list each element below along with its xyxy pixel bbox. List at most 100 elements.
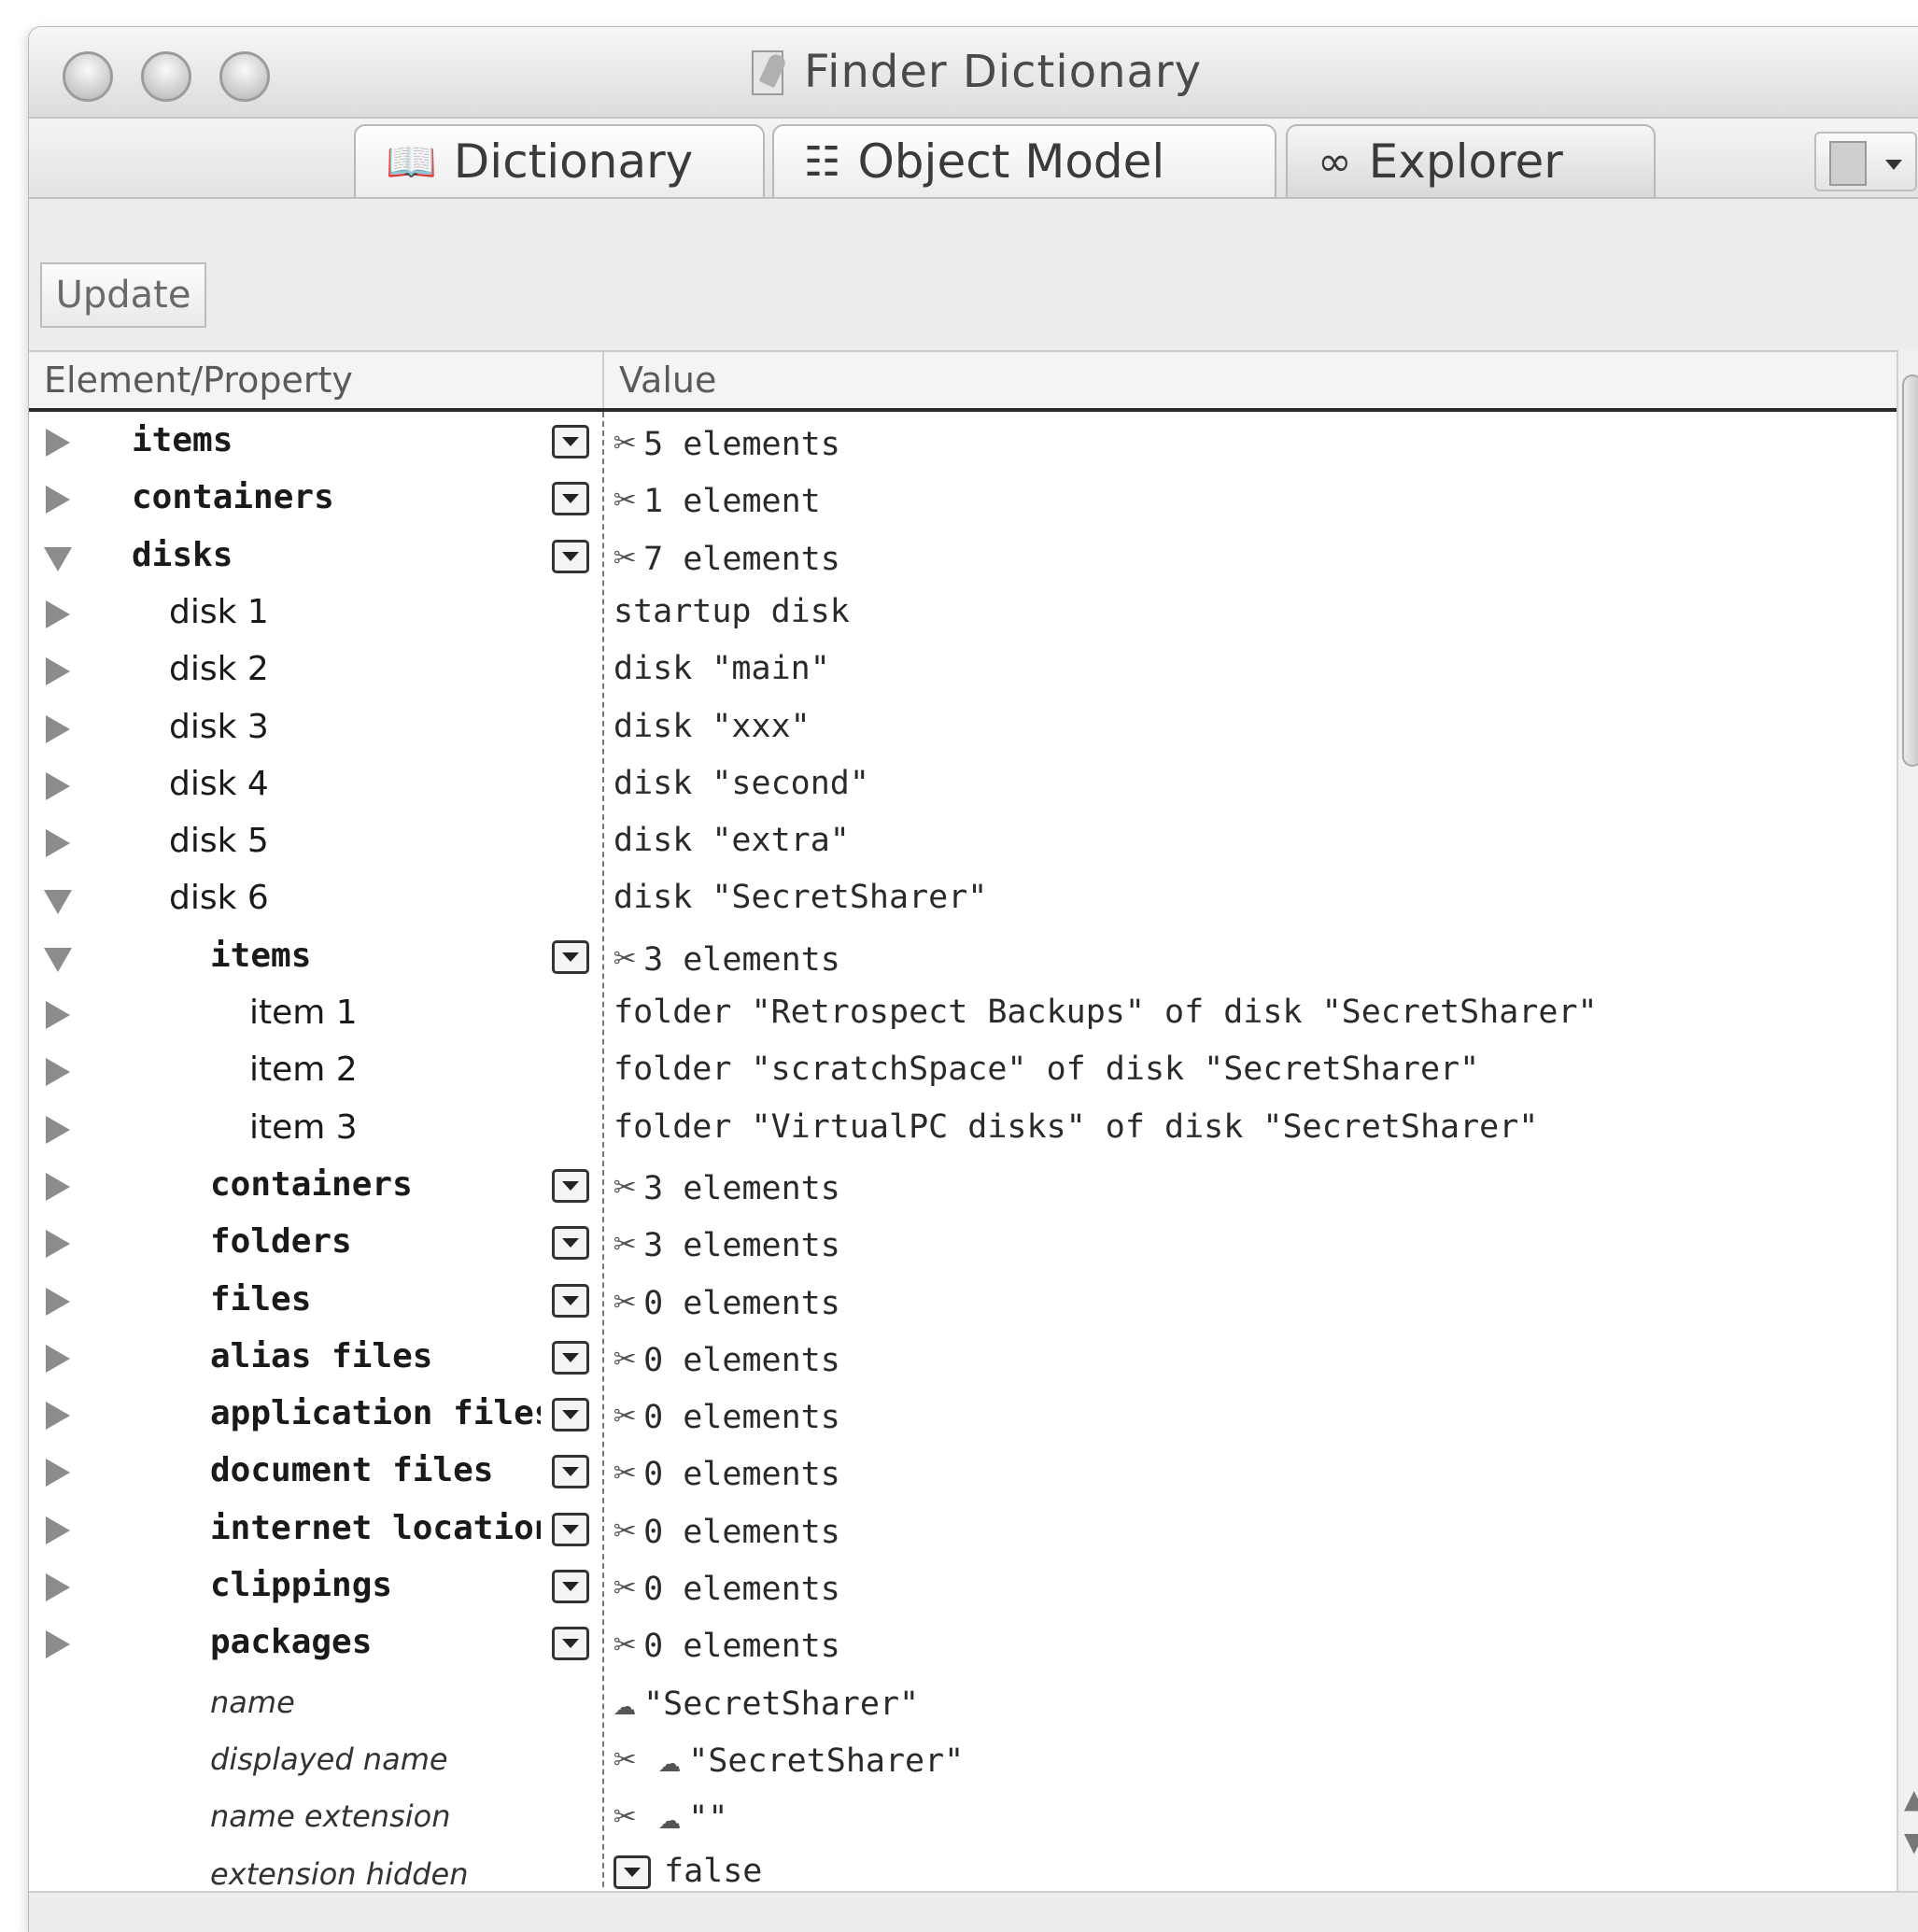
table-row[interactable]: application files ✂ 0 elements [29,1387,1897,1444]
scroll-down-arrow-icon[interactable]: ▼ [1904,1826,1918,1857]
popup-menu-icon[interactable] [552,482,589,516]
row-value-text: 0 elements [643,1456,840,1494]
scrollbar-thumb[interactable] [1902,374,1918,767]
zoom-button[interactable] [219,51,270,102]
row-label: application files [210,1394,541,1433]
table-row[interactable]: disk 1 startup disk [29,585,1897,642]
popup-menu-icon[interactable] [552,1570,589,1603]
table-row[interactable]: files ✂ 0 elements [29,1273,1897,1330]
row-value-text: false [664,1852,763,1890]
popup-menu-icon[interactable] [552,1340,589,1375]
column-header-element-property[interactable]: Element/Property [44,352,353,408]
column-separator[interactable] [602,352,604,408]
window-title-group: Finder Dictionary [748,44,1202,100]
row-value: ✂ 5 elements [613,421,840,464]
table-row[interactable]: disk 3 disk "xxx" [29,700,1897,757]
table-row[interactable]: containers ✂ 1 element [29,471,1897,528]
tab-explorer-label: Explorer [1368,134,1563,189]
table-row[interactable]: disks ✂ 7 elements [29,529,1897,585]
disclosure-triangle-expanded-icon[interactable] [44,890,72,915]
table-row[interactable]: item 2 folder "scratchSpace" of disk "Sec… [29,1043,1897,1100]
disclosure-triangle-collapsed-icon[interactable] [46,599,70,628]
disclosure-triangle-collapsed-icon[interactable] [46,714,70,743]
popup-menu-icon[interactable] [552,939,589,974]
disclosure-triangle-collapsed-icon[interactable] [46,1230,70,1259]
disclosure-triangle-collapsed-icon[interactable] [46,1344,70,1373]
script-editor-document-icon [748,49,789,95]
popup-menu-icon[interactable] [552,1168,589,1203]
disclosure-triangle-collapsed-icon[interactable] [46,1058,70,1087]
tab-object-model[interactable]: ☷ Object Model [772,124,1276,197]
table-row[interactable]: clippings ✂ 0 elements [29,1558,1897,1615]
document-menu-button[interactable] [1814,132,1917,191]
tool-icon: ✂ [613,1451,637,1495]
text-bubble-icon: ☁ [613,1680,637,1724]
row-label: name extension [210,1798,451,1835]
popup-menu-icon[interactable] [552,1455,589,1489]
table-row[interactable]: items ✂ 5 elements [29,414,1897,471]
popup-menu-icon[interactable] [552,1283,589,1318]
disclosure-triangle-collapsed-icon[interactable] [46,1516,70,1544]
disclosure-triangle-collapsed-icon[interactable] [46,1573,70,1601]
table-row[interactable]: document files ✂ 0 elements [29,1444,1897,1501]
update-button[interactable]: Update [40,262,206,328]
disclosure-triangle-expanded-icon[interactable] [44,546,72,571]
column-header-value[interactable]: Value [619,352,716,408]
disclosure-triangle-collapsed-icon[interactable] [46,1287,70,1316]
row-label: containers [210,1164,413,1204]
disclosure-triangle-collapsed-icon[interactable] [46,1172,70,1201]
table-row[interactable]: item 3 folder "VirtualPC disks" of disk "… [29,1101,1897,1158]
table-row[interactable]: item 1 folder "Retrospect Backups" of dis… [29,986,1897,1043]
row-label: items [132,421,233,459]
tool-icon: ✂ [613,1623,637,1667]
table-row[interactable]: internet location fi... ✂0 elements [29,1502,1897,1558]
disclosure-triangle-collapsed-icon[interactable] [46,657,70,686]
table-row[interactable]: disk 4 disk "second" [29,757,1897,814]
tab-dictionary[interactable]: 📖 Dictionary [354,124,765,197]
scroll-up-arrow-icon[interactable]: ▲ [1904,1784,1918,1814]
popup-menu-icon[interactable] [552,425,589,458]
tool-icon: ✂ [613,1279,637,1323]
disclosure-triangle-expanded-icon[interactable] [44,947,72,972]
table-row[interactable]: name ☁ "SecretSharer" [29,1673,1897,1730]
table-row[interactable]: disk 6 disk "SecretSharer" [29,871,1897,928]
table-row[interactable]: folders ✂ 3 elements [29,1215,1897,1272]
tool-icon: ✂ [613,1566,637,1609]
popup-menu-icon[interactable] [613,1854,651,1889]
disclosure-triangle-collapsed-icon[interactable] [46,1001,70,1029]
table-row[interactable]: containers ✂ 3 elements [29,1158,1897,1215]
disclosure-triangle-collapsed-icon[interactable] [46,771,70,800]
disclosure-triangle-collapsed-icon[interactable] [46,829,70,858]
disclosure-triangle-collapsed-icon[interactable] [46,1630,70,1659]
explorer-outline-table: Element/Property Value items ✂ 5 elements c… [29,350,1897,1906]
popup-menu-icon[interactable] [552,1627,589,1661]
row-label: document files [210,1451,494,1490]
disclosure-triangle-collapsed-icon[interactable] [46,1459,70,1488]
table-row[interactable]: items ✂ 3 elements [29,929,1897,986]
row-label: extension hidden [210,1855,469,1892]
tool-icon: ✂ [613,1222,637,1266]
popup-menu-icon[interactable] [552,1512,589,1546]
row-value-text: 0 elements [643,1628,840,1666]
vertical-scrollbar[interactable]: ▲ ▼ [1897,350,1918,1891]
row-value-text: disk "SecretSharer" [613,879,988,917]
row-label: disk 2 [169,650,269,689]
table-row[interactable]: packages ✂ 0 elements [29,1615,1897,1672]
minimize-button[interactable] [141,51,191,102]
disclosure-triangle-collapsed-icon[interactable] [46,486,70,515]
popup-menu-icon[interactable] [552,539,589,573]
disclosure-triangle-collapsed-icon[interactable] [46,429,70,457]
popup-menu-icon[interactable] [552,1226,589,1261]
table-row[interactable]: displayed name ✂ ☁ "SecretSharer" [29,1730,1897,1787]
table-row[interactable]: name extension ✂ ☁ "" [29,1787,1897,1844]
tab-explorer[interactable]: ∞ Explorer [1286,124,1656,197]
table-row[interactable]: alias files ✂ 0 elements [29,1330,1897,1387]
tool-icon: ✂ [613,535,637,579]
disclosure-triangle-collapsed-icon[interactable] [46,1115,70,1144]
table-row[interactable]: disk 5 disk "extra" [29,814,1897,871]
table-row[interactable]: disk 2 disk "main" [29,642,1897,699]
disclosure-triangle-collapsed-icon[interactable] [46,1402,70,1431]
tool-icon: ✂ [613,1394,637,1438]
close-button[interactable] [63,51,113,102]
popup-menu-icon[interactable] [552,1398,589,1432]
